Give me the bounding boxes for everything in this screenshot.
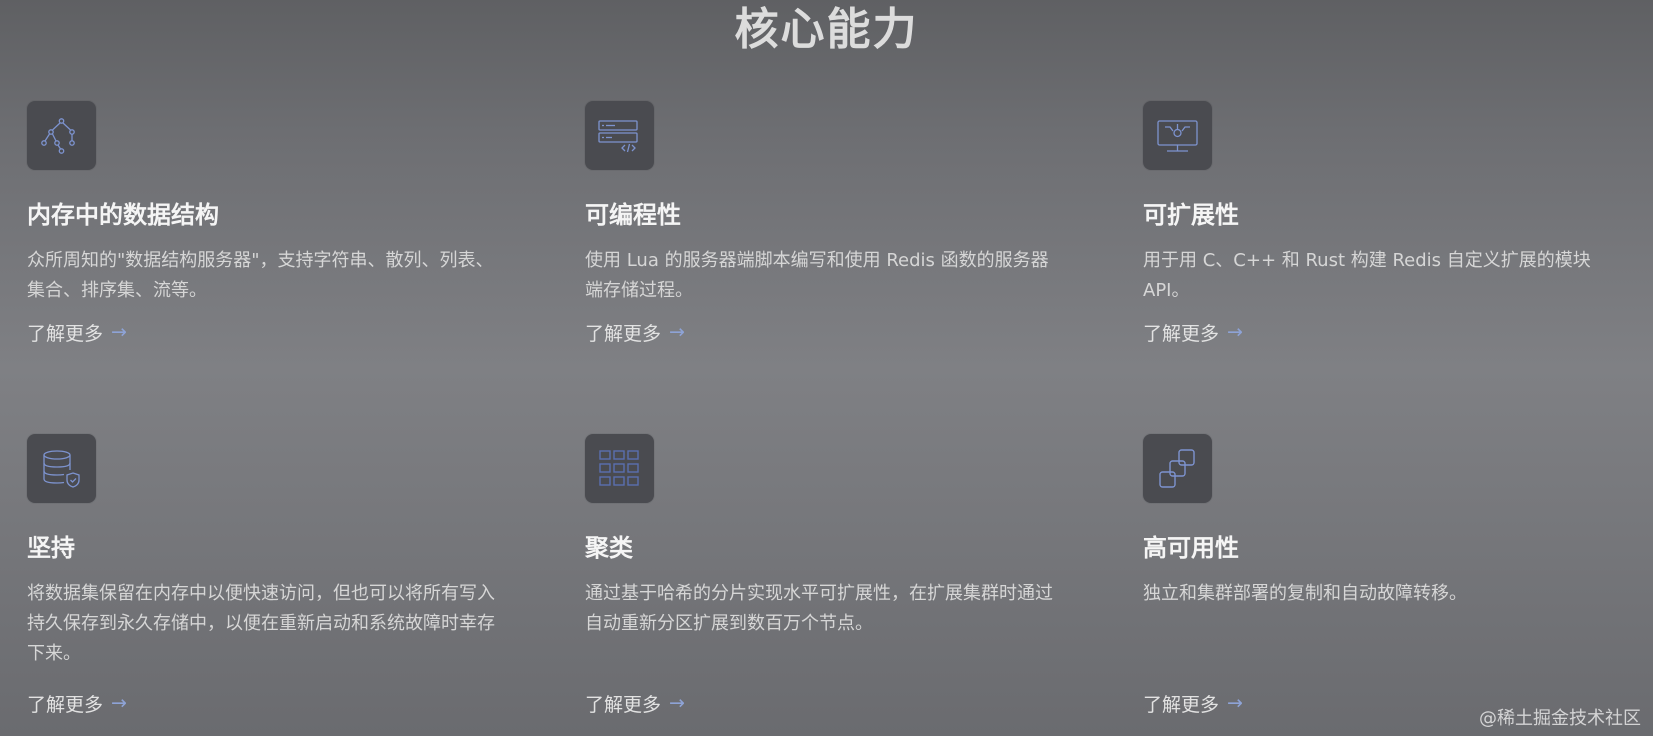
learn-more-label: 了解更多 [585,694,662,716]
card-title: 坚持 [27,534,75,562]
capability-card-extensibility: 可扩展性 用于用 C、C++ 和 Rust 构建 Redis 自定义扩展的模块 … [1143,101,1643,361]
monitor-extension-icon [1143,101,1212,170]
arrow-right-icon: → [111,321,127,343]
card-description: 通过基于哈希的分片实现水平可扩展性，在扩展集群时通过自动重新分区扩展到数百万个节… [585,583,1053,634]
watermark: @稀土掘金技术社区 [1479,708,1641,729]
capability-card-high-availability: 高可用性 独立和集群部署的复制和自动故障转移。 了解更多 → [1143,434,1643,734]
learn-more-link[interactable]: 了解更多 → [1143,690,1243,717]
card-title: 可扩展性 [1143,201,1239,229]
linked-squares-icon [1143,434,1212,503]
arrow-right-icon: → [669,321,685,343]
capability-card-programmability: 可编程性 使用 Lua 的服务器端脚本编写和使用 Redis 函数的服务器端存储… [585,101,1085,361]
arrow-right-icon: → [111,692,127,714]
learn-more-link[interactable]: 了解更多 → [27,690,127,717]
card-title: 高可用性 [1143,534,1239,562]
learn-more-label: 了解更多 [1143,323,1220,345]
card-title: 内存中的数据结构 [27,201,219,229]
learn-more-label: 了解更多 [1143,694,1220,716]
learn-more-label: 了解更多 [585,323,662,345]
capabilities-grid: 内存中的数据结构 众所周知的"数据结构服务器"，支持字符串、散列、列表、集合、排… [0,0,1653,736]
capability-card-clustering: 聚类 通过基于哈希的分片实现水平可扩展性，在扩展集群时通过自动重新分区扩展到数百… [585,434,1085,734]
card-description: 使用 Lua 的服务器端脚本编写和使用 Redis 函数的服务器端存储过程。 [585,250,1049,301]
card-description: 独立和集群部署的复制和自动故障转移。 [1143,583,1467,604]
learn-more-label: 了解更多 [27,323,104,345]
card-title: 可编程性 [585,201,681,229]
tree-structure-icon [27,101,96,170]
learn-more-label: 了解更多 [27,694,104,716]
cluster-grid-icon [585,434,654,503]
capability-card-persistence: 坚持 将数据集保留在内存中以便快速访问，但也可以将所有写入持久保存到永久存储中，… [27,434,527,734]
arrow-right-icon: → [1227,321,1243,343]
code-server-icon [585,101,654,170]
arrow-right-icon: → [669,692,685,714]
card-title: 聚类 [585,534,633,562]
learn-more-link[interactable]: 了解更多 → [27,319,127,346]
learn-more-link[interactable]: 了解更多 → [585,319,685,346]
database-shield-icon [27,434,96,503]
card-description: 众所周知的"数据结构服务器"，支持字符串、散列、列表、集合、排序集、流等。 [27,250,494,301]
learn-more-link[interactable]: 了解更多 → [1143,319,1243,346]
card-description: 用于用 C、C++ 和 Rust 构建 Redis 自定义扩展的模块 API。 [1143,250,1591,301]
learn-more-link[interactable]: 了解更多 → [585,690,685,717]
capability-card-data-structures: 内存中的数据结构 众所周知的"数据结构服务器"，支持字符串、散列、列表、集合、排… [27,101,527,361]
arrow-right-icon: → [1227,692,1243,714]
card-description: 将数据集保留在内存中以便快速访问，但也可以将所有写入持久保存到永久存储中，以便在… [27,583,495,664]
